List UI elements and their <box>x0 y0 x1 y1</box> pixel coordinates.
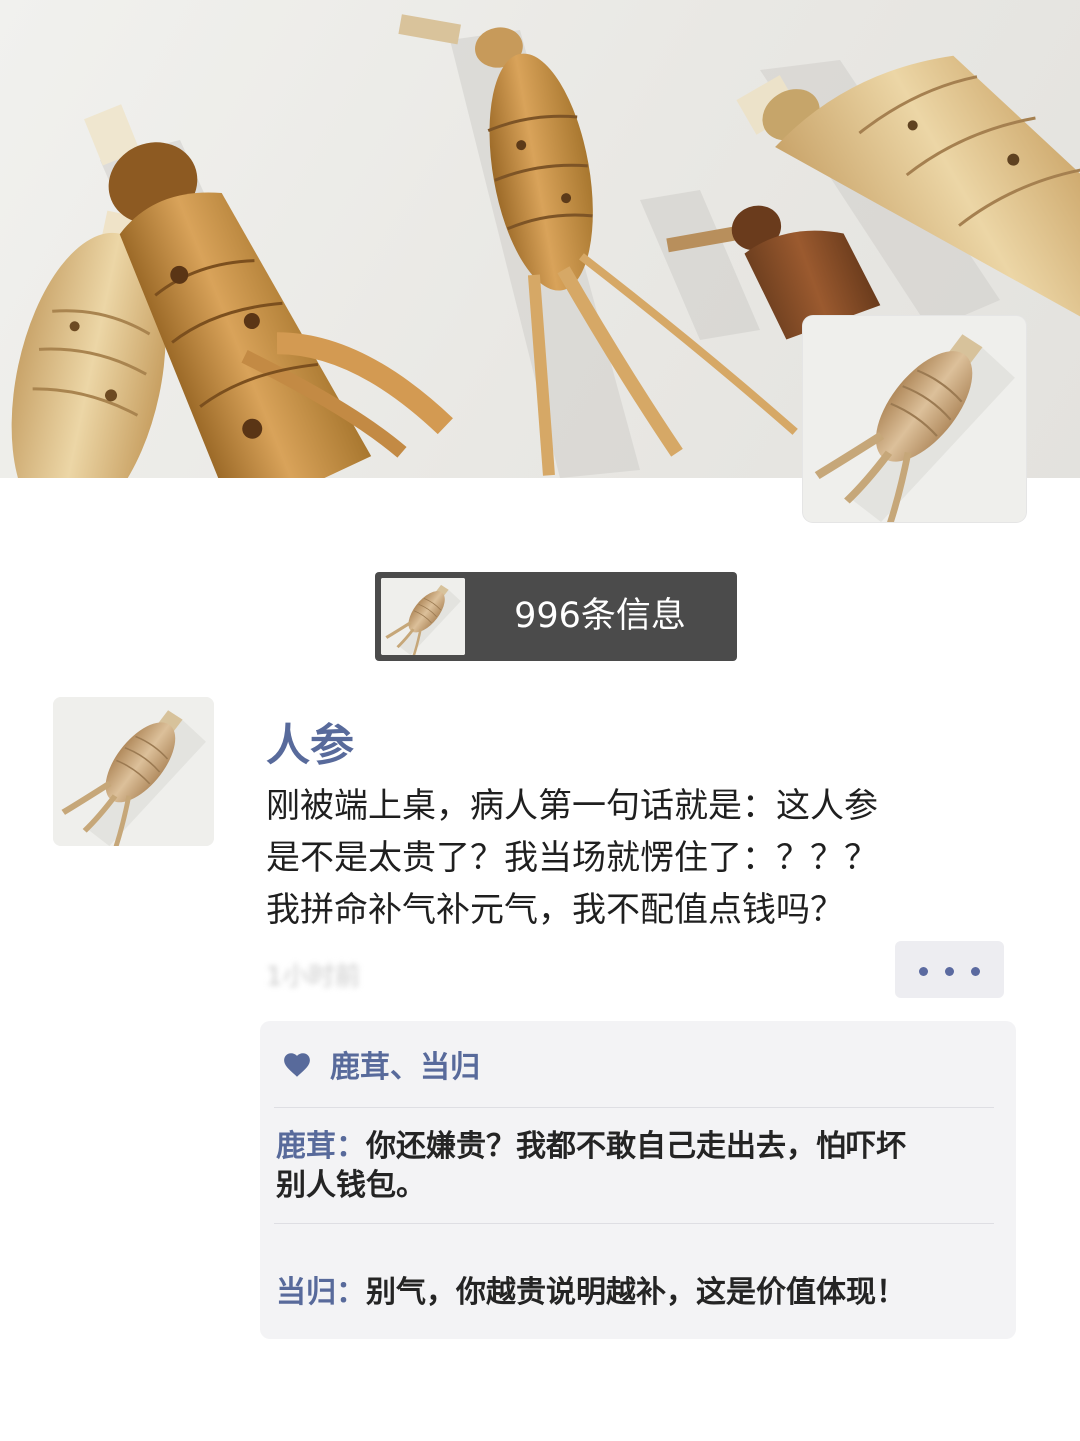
divider <box>274 1107 994 1108</box>
likes-names[interactable]: 鹿茸、当归 <box>330 1042 480 1086</box>
comment-author[interactable]: 当归： <box>276 1275 366 1310</box>
more-actions-button[interactable] <box>895 941 1004 998</box>
ginseng-avatar-image <box>381 578 465 655</box>
likes-row: 鹿茸、当归 <box>282 1039 480 1089</box>
ginseng-avatar-image <box>803 316 1026 522</box>
post-author-name[interactable]: 人参 <box>266 718 354 774</box>
post-text-line: 刚被端上桌，病人第一句话就是：这人参 <box>266 786 878 826</box>
comment-item[interactable]: 鹿茸：你还嫌贵？我都不敢自己走出去，怕吓坏 别人钱包。 <box>276 1127 981 1205</box>
comment-text: 别人钱包。 <box>276 1168 426 1203</box>
interaction-panel: 鹿茸、当归 鹿茸：你还嫌贵？我都不敢自己走出去，怕吓坏 别人钱包。 当归：别气，… <box>260 1021 1016 1339</box>
profile-avatar[interactable] <box>803 316 1026 522</box>
comment-text: 你还嫌贵？我都不敢自己走出去，怕吓坏 <box>366 1129 906 1164</box>
new-messages-notice[interactable]: 996条信息 <box>375 572 737 661</box>
post-text-line: 我拼命补气补元气，我不配值点钱吗？ <box>266 890 844 930</box>
more-dots-icon <box>895 967 1004 976</box>
post-timestamp: 1小时前 <box>266 962 361 992</box>
ginseng-avatar-image <box>53 697 214 846</box>
message-count-text: 996条信息 <box>514 596 686 636</box>
post-text-line: 是不是太贵了？我当场就愣住了：？？？ <box>266 838 878 878</box>
post-text: 刚被端上桌，病人第一句话就是：这人参 是不是太贵了？我当场就愣住了：？？？ 我拼… <box>266 780 1006 936</box>
notice-avatar <box>381 578 465 655</box>
comment-item[interactable]: 当归：别气，你越贵说明越补，这是价值体现！ <box>276 1273 981 1312</box>
comment-author[interactable]: 鹿茸： <box>276 1129 366 1164</box>
post-author-avatar[interactable] <box>53 697 214 846</box>
divider <box>274 1223 994 1224</box>
heart-icon <box>284 1052 310 1077</box>
comment-text: 别气，你越贵说明越补，这是价值体现！ <box>366 1275 906 1310</box>
